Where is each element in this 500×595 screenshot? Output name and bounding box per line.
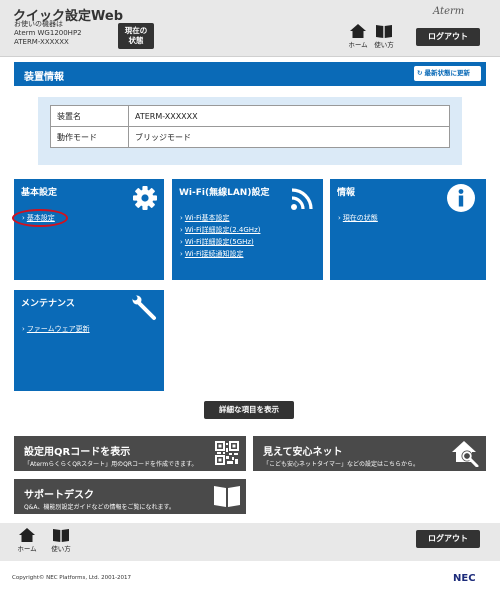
link-firmware-update[interactable]: ファームウェア更新 — [22, 323, 90, 335]
show-details-button[interactable]: 詳細な項目を表示 — [204, 401, 294, 419]
help-nav-button[interactable]: 使い方 — [371, 24, 397, 49]
footer-bar: ホーム 使い方 ログアウト — [0, 523, 500, 561]
refresh-icon: ↻ — [417, 69, 423, 77]
status-button-line2: 状態 — [128, 36, 144, 45]
wrench-icon — [132, 295, 156, 320]
home-icon — [19, 528, 35, 542]
logout-button[interactable]: ログアウト — [416, 28, 480, 46]
mode-key: 動作モード — [50, 126, 129, 148]
tile-maintenance: メンテナンス ファームウェア更新 — [14, 290, 164, 391]
footer-help-label: 使い方 — [51, 545, 71, 553]
tile-info: 情報 現在の状態 — [330, 179, 486, 280]
help-label: 使い方 — [374, 41, 394, 49]
home-label: ホーム — [348, 41, 368, 49]
device-caption: お使いの機器は — [14, 20, 63, 28]
highlight-circle — [12, 209, 68, 227]
house-search-icon — [452, 441, 479, 467]
refresh-label: 最新状態に更新 — [424, 69, 470, 77]
qr-desc: 「AtermらくらくQRスタート」用のQRコードを作成できます。 — [24, 461, 198, 468]
tile-info-title: 情報 — [337, 188, 356, 198]
qr-code-tile[interactable]: 設定用QRコードを表示 「AtermらくらくQRスタート」用のQRコードを作成で… — [14, 436, 246, 471]
link-wifi-24ghz[interactable]: Wi-Fi詳細設定(2.4GHz) — [180, 224, 261, 236]
wifi-icon — [291, 188, 313, 210]
footer-home-button[interactable]: ホーム — [14, 528, 40, 553]
wifi-links: Wi-Fi基本設定 Wi-Fi詳細設定(2.4GHz) Wi-Fi詳細設定(5G… — [180, 212, 261, 260]
maintenance-links: ファームウェア更新 — [22, 323, 90, 335]
mode-value: ブリッジモード — [128, 126, 450, 148]
copyright: Copyright© NEC Platforms, Ltd. 2001-2017 — [12, 575, 132, 581]
tile-wifi-settings: Wi-Fi(無線LAN)設定 Wi-Fi基本設定 Wi-Fi詳細設定(2.4GH… — [172, 179, 323, 280]
nec-logo: NEC — [453, 573, 476, 584]
info-links: 現在の状態 — [338, 212, 378, 224]
book-icon — [214, 486, 240, 507]
device-info-panel: 装置名 ATERM-XXXXXX 動作モード ブリッジモード — [38, 97, 462, 165]
table-row: 動作モード ブリッジモード — [50, 126, 450, 148]
device-name: ATERM-XXXXXX — [14, 38, 69, 46]
support-title: サポートデスク — [24, 490, 94, 501]
section-title: 装置情報 — [24, 72, 64, 83]
table-row: 装置名 ATERM-XXXXXX — [50, 105, 450, 127]
tile-basic-title: 基本設定 — [21, 188, 58, 198]
device-name-key: 装置名 — [50, 105, 129, 127]
footer-home-label: ホーム — [17, 545, 37, 553]
qr-title: 設定用QRコードを表示 — [24, 447, 131, 458]
qr-code-icon — [215, 441, 239, 465]
tile-basic-settings: 基本設定 基本設定 — [14, 179, 164, 280]
safety-net-tile[interactable]: 見えて安心ネット 「こども安心ネットタイマー」などの設定はこちらから。 — [253, 436, 486, 471]
device-info-table: 装置名 ATERM-XXXXXX 動作モード ブリッジモード — [50, 105, 450, 148]
link-wifi-notify[interactable]: Wi-Fi接続通知設定 — [180, 248, 260, 260]
home-nav-button[interactable]: ホーム — [345, 24, 371, 49]
link-wifi-basic[interactable]: Wi-Fi基本設定 — [180, 212, 260, 224]
info-icon — [447, 184, 475, 212]
footer-help-button[interactable]: 使い方 — [48, 528, 74, 553]
device-info-bar: 装置情報 ↻ 最新状態に更新 — [14, 62, 486, 86]
link-current-status[interactable]: 現在の状態 — [338, 212, 378, 224]
device-name-value: ATERM-XXXXXX — [128, 105, 450, 127]
device-model: Aterm WG1200HP2 — [14, 29, 82, 37]
tile-maintenance-title: メンテナンス — [21, 299, 75, 309]
home-icon — [350, 24, 366, 38]
safety-desc: 「こども安心ネットタイマー」などの設定はこちらから。 — [263, 461, 420, 468]
tile-wifi-title: Wi-Fi(無線LAN)設定 — [179, 188, 270, 198]
link-wifi-5ghz[interactable]: Wi-Fi詳細設定(5GHz) — [180, 236, 260, 248]
header: クイック設定Web お使いの機器は Aterm WG1200HP2 ATERM-… — [0, 0, 500, 57]
book-icon — [376, 25, 392, 38]
support-desc: Q&A、機能別設定ガイドなどの情報をご覧になれます。 — [24, 504, 175, 511]
support-desk-tile[interactable]: サポートデスク Q&A、機能別設定ガイドなどの情報をご覧になれます。 — [14, 479, 246, 514]
footer-logout-button[interactable]: ログアウト — [416, 530, 480, 548]
safety-title: 見えて安心ネット — [263, 447, 343, 458]
current-status-button[interactable]: 現在の 状態 — [118, 23, 154, 49]
book-icon — [53, 529, 69, 542]
aterm-logo: Aterm — [433, 6, 465, 17]
status-button-line1: 現在の — [124, 26, 148, 35]
gear-icon — [133, 186, 157, 210]
refresh-button[interactable]: ↻ 最新状態に更新 — [414, 66, 481, 81]
